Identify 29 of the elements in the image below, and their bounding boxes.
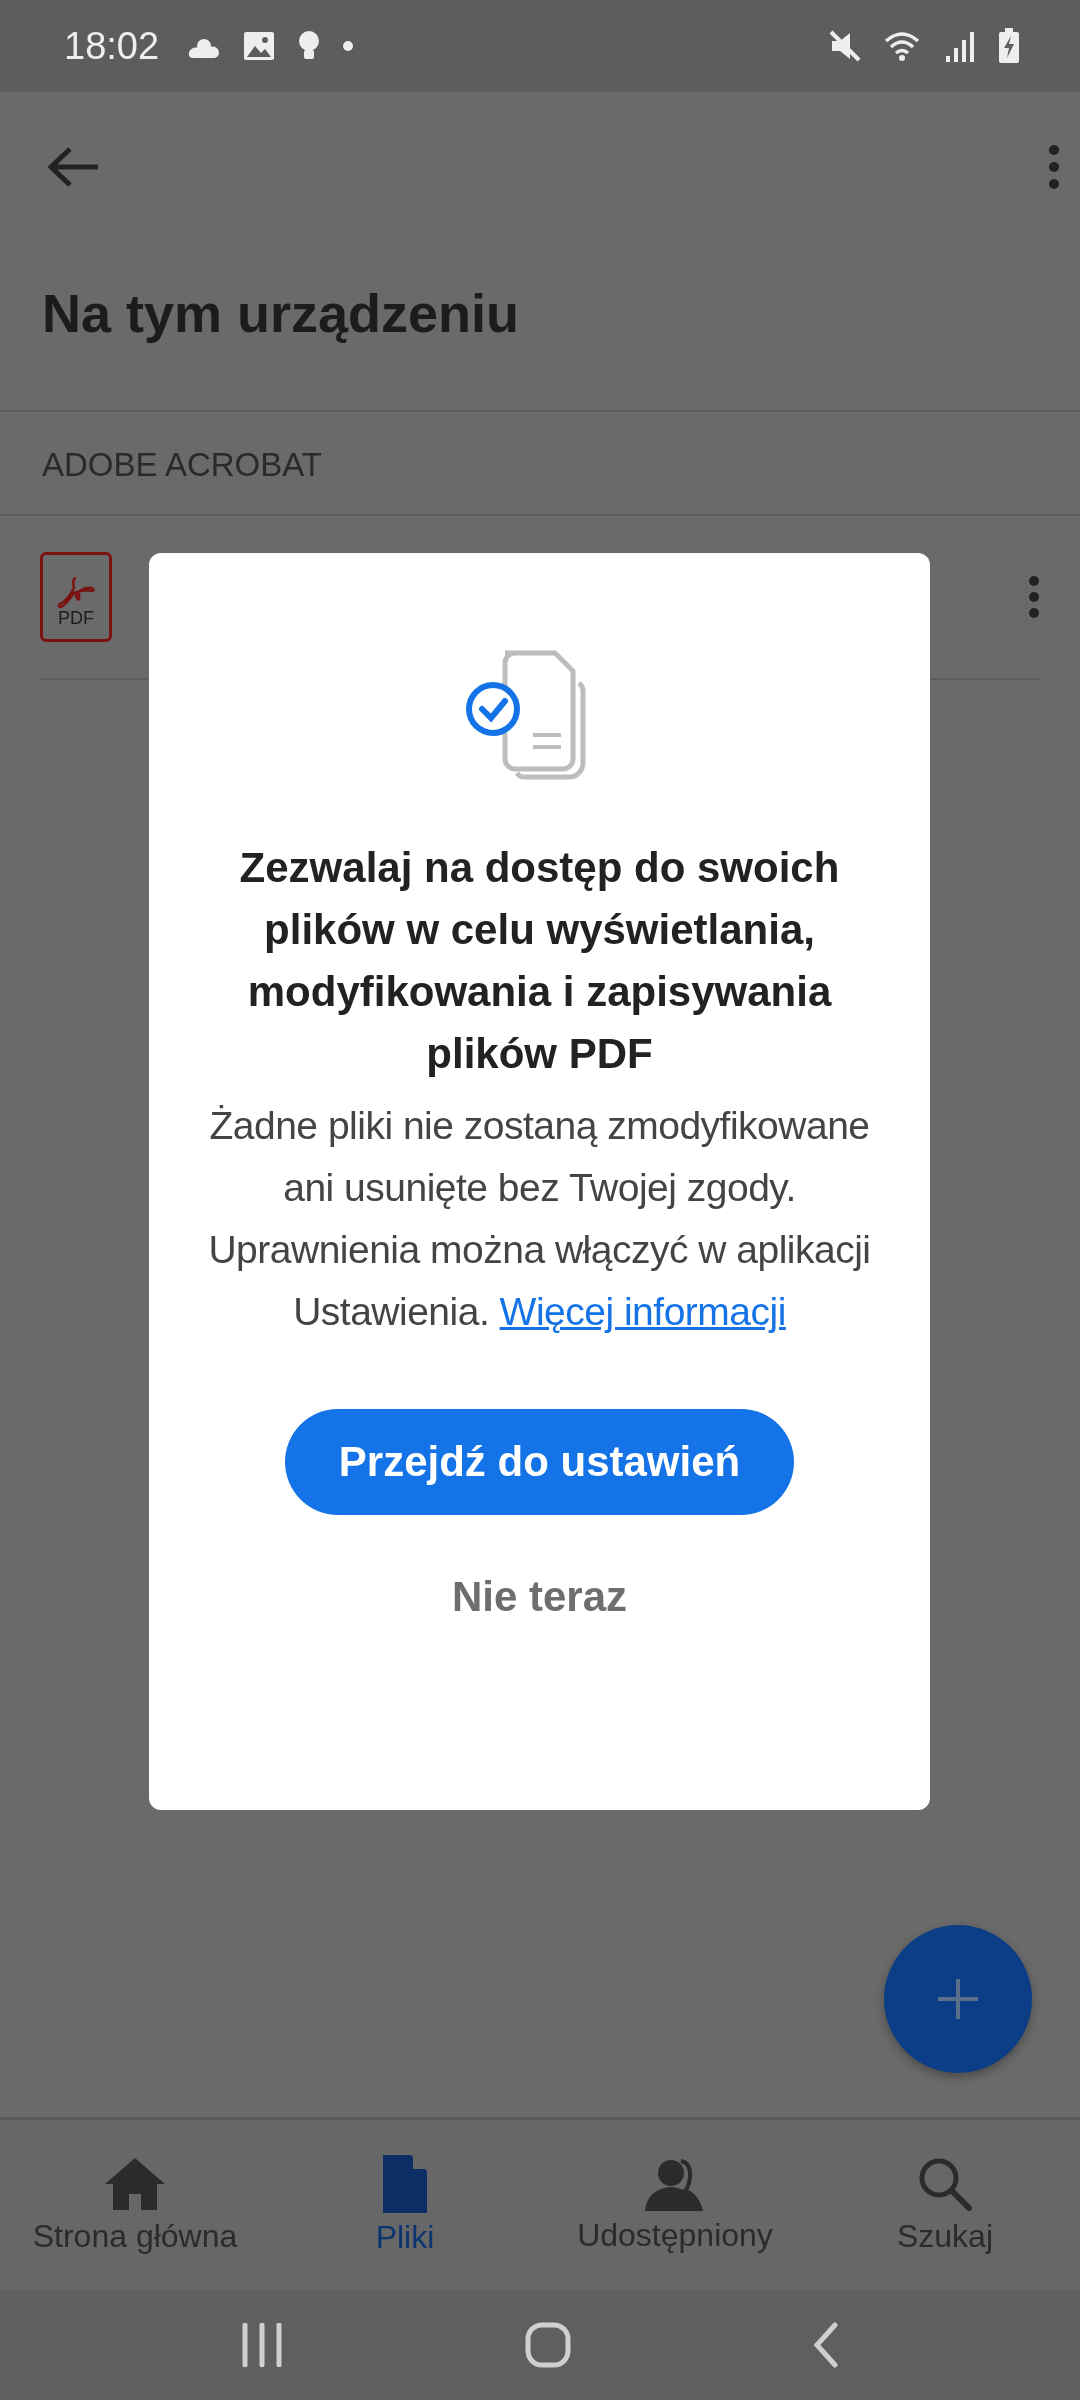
dialog-message: Żadne pliki nie zostaną zmodyfikowane ani usunięte bez Twojej zgody. Uprawnienia można włączyć w aplikacji Ustawienia. Więcej informacji	[207, 1103, 872, 1335]
document-icon	[383, 2154, 427, 2213]
lightbulb-icon	[297, 30, 322, 62]
recent-apps-icon	[241, 2323, 283, 2367]
go-to-settings-button[interactable]: Przejdź do ustawień	[284, 1409, 795, 1515]
more-info-link[interactable]: Więcej informacji	[499, 1290, 786, 1333]
back-arrow-icon[interactable]	[46, 145, 100, 189]
muted-speaker-icon	[828, 29, 862, 63]
status-time: 18:02	[64, 24, 160, 68]
back-chevron-icon	[813, 2322, 839, 2368]
more-options-icon[interactable]	[1048, 144, 1060, 190]
nav-tab[interactable]: Udostępniony	[540, 2120, 810, 2290]
image-icon	[243, 31, 276, 61]
page-title: Na tym urządzeniu	[0, 242, 1080, 412]
not-now-button[interactable]: Nie teraz	[431, 1561, 648, 1633]
signal-icon	[946, 30, 976, 62]
battery-charging-icon	[998, 28, 1020, 64]
more-options-icon[interactable]	[1028, 576, 1040, 618]
people-icon	[645, 2156, 705, 2211]
section-header: ADOBE ACROBAT	[0, 412, 1080, 516]
nav-tab[interactable]: Szukaj	[810, 2120, 1080, 2290]
plus-icon	[936, 1977, 980, 2021]
nav-tab[interactable]: Strona główna	[0, 2120, 270, 2290]
acrobat-logo-icon	[57, 576, 95, 608]
dialog-title: Zezwalaj na dostęp do swoich plików w celu wyświetlania, modyfikowania i zapisywania plików PDF	[238, 843, 841, 1079]
dot-icon	[343, 41, 354, 51]
nav-tab[interactable]: Pliki	[270, 2120, 540, 2290]
home-icon	[103, 2155, 167, 2212]
pdf-label: PDF	[58, 608, 94, 629]
